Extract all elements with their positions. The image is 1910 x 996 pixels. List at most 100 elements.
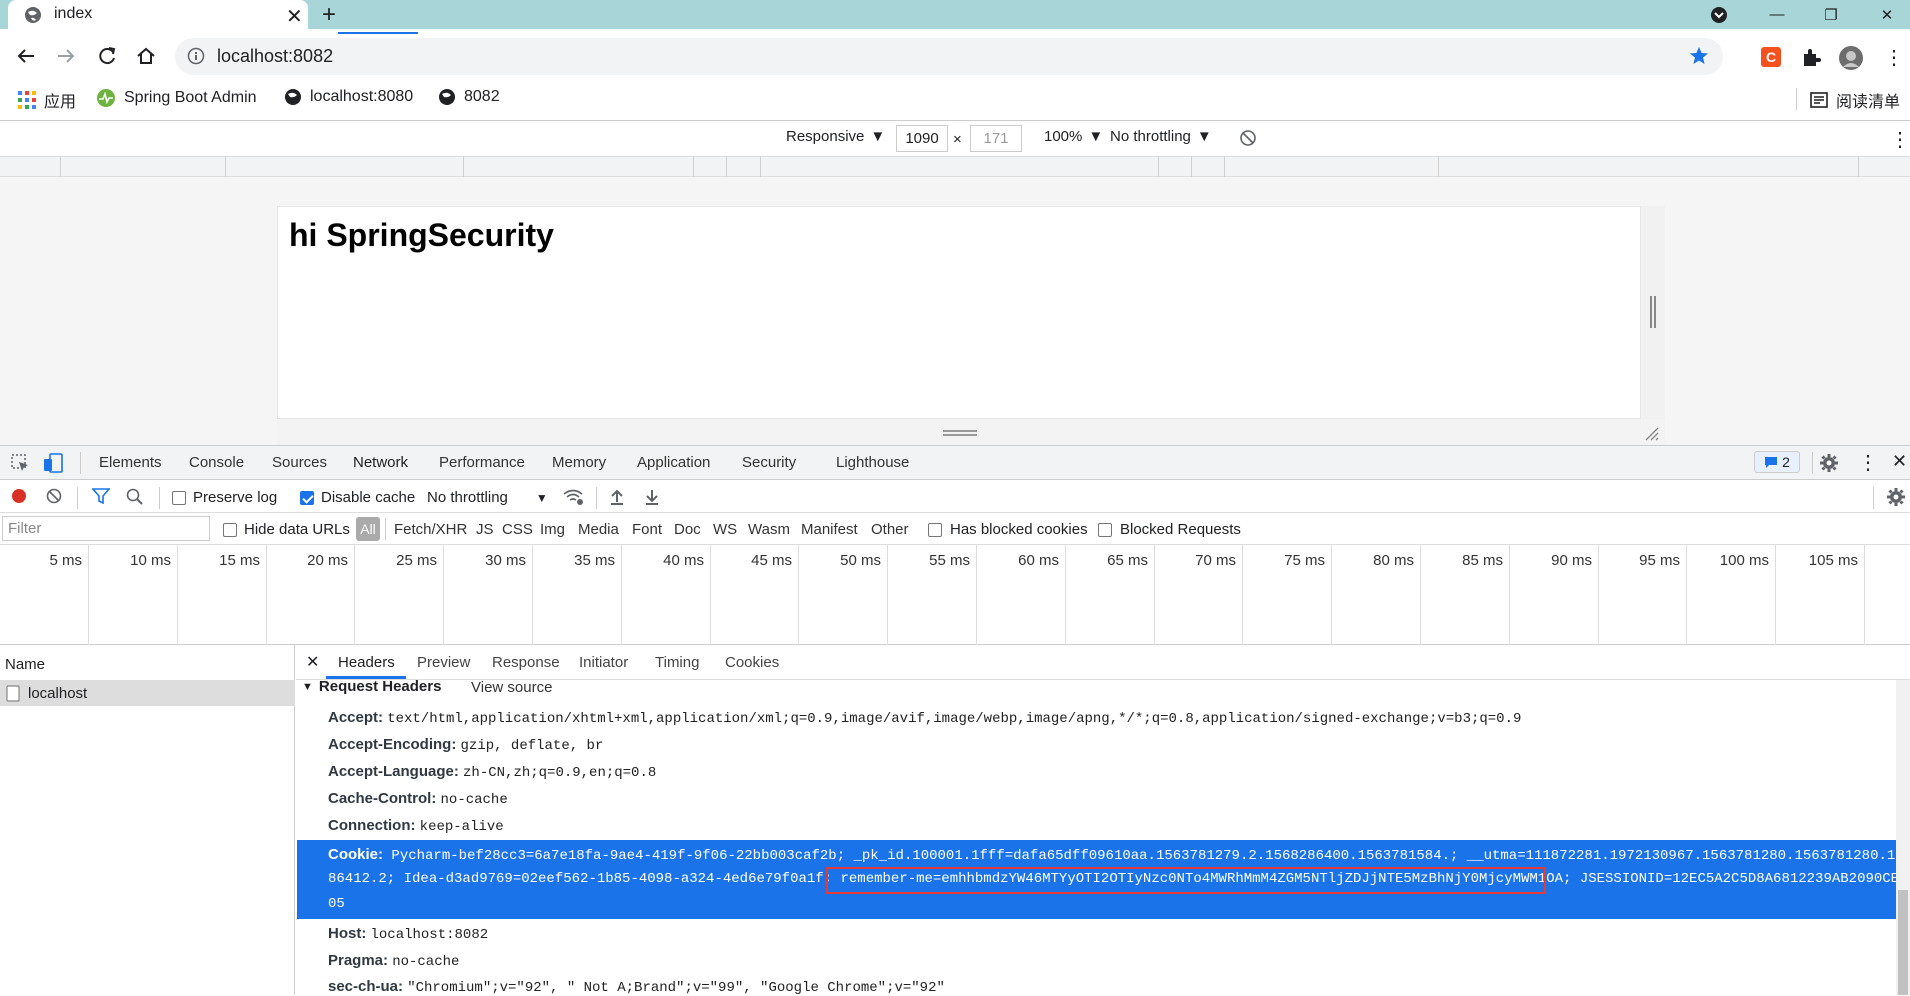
checkbox[interactable] [1098,522,1112,537]
filter-manifest[interactable]: Manifest [801,521,858,538]
tab-lighthouse[interactable]: Lighthouse [836,454,909,471]
filter-wasm[interactable]: Wasm [748,521,790,538]
tab-application[interactable]: Application [637,454,710,471]
tab-elements[interactable]: Elements [99,454,162,471]
tab-performance[interactable]: Performance [439,454,525,471]
timeline-tick: 55 ms [888,545,977,645]
inspect-element-icon[interactable] [10,453,30,473]
filter-ws[interactable]: WS [713,521,737,538]
back-icon[interactable] [15,45,37,67]
bookmark-spring-boot-admin[interactable]: Spring Boot Admin [96,88,257,108]
filter-input[interactable]: Filter [2,516,210,541]
resize-corner-icon[interactable] [1644,426,1660,442]
disable-cache-checkbox[interactable]: Disable cache [300,489,415,506]
checkbox[interactable] [223,522,237,537]
extension-c-icon[interactable]: C [1761,47,1781,67]
menu-kebab-icon[interactable]: ⋮ [1884,45,1904,70]
resize-handle-bottom[interactable] [277,419,1665,445]
tab-security[interactable]: Security [742,454,796,471]
device-throttle-select[interactable]: No throttling ▼ [1110,128,1212,145]
rotate-icon[interactable] [1238,128,1258,148]
tab-timing[interactable]: Timing [655,654,699,671]
filter-font[interactable]: Font [632,521,662,538]
reload-icon[interactable] [96,45,118,67]
bookmark-8082[interactable]: 8082 [438,88,500,106]
view-source-link[interactable]: View source [471,679,552,696]
request-row[interactable]: localhost [0,681,295,706]
clear-icon[interactable] [46,488,62,504]
bookmark-localhost-8080[interactable]: localhost:8080 [284,88,413,106]
bookmark-star-icon[interactable] [1689,46,1709,66]
network-throttle-select[interactable]: No throttling ▼ [427,489,548,506]
preserve-log-checkbox[interactable]: Preserve log [172,489,277,506]
minimize-icon[interactable]: — [1754,0,1800,29]
site-info-icon[interactable] [187,47,205,65]
viewport-height-input[interactable]: 171 [970,125,1022,152]
forward-icon[interactable] [55,45,77,67]
more-options-icon[interactable]: ⋮ [1858,450,1878,475]
extensions-icon[interactable] [1801,47,1821,67]
tab-headers[interactable]: Headers [338,654,395,671]
tab-initiator[interactable]: Initiator [579,654,628,671]
checkbox[interactable] [928,522,942,537]
network-conditions-icon[interactable] [563,488,585,506]
filter-icon[interactable] [92,488,110,504]
close-window-icon[interactable]: ✕ [1864,0,1910,29]
browser-tab[interactable]: index ✕ [8,0,308,29]
close-detail-icon[interactable]: ✕ [306,652,319,672]
name-column-header[interactable]: Name [0,645,295,681]
close-tab-icon[interactable]: ✕ [286,4,303,29]
filter-css[interactable]: CSS [502,521,533,538]
timeline-tick: 75 ms [1243,545,1332,645]
reading-list[interactable]: 阅读清单 [1810,88,1900,112]
search-icon[interactable] [126,488,144,506]
divider [77,487,78,509]
home-icon[interactable] [135,45,157,67]
import-har-icon[interactable] [609,488,625,506]
tab-preview[interactable]: Preview [417,654,470,671]
device-toggle-icon[interactable] [42,452,64,474]
gear-icon[interactable] [1819,453,1839,473]
device-menu-icon[interactable]: ⋮ [1890,127,1910,152]
viewport-width-input[interactable]: 1090 [896,125,948,152]
zoom-select[interactable]: 100% ▼ [1044,128,1103,145]
blocked-requests-checkbox[interactable]: Blocked Requests [1098,521,1241,538]
header-row: Accept: text/html,application/xhtml+xml,… [328,709,1521,727]
filter-other[interactable]: Other [871,521,909,538]
has-blocked-cookies-checkbox[interactable]: Has blocked cookies [928,521,1088,538]
tab-console[interactable]: Console [189,454,244,471]
filter-media[interactable]: Media [578,521,619,538]
filter-img[interactable]: Img [540,521,565,538]
address-bar[interactable]: localhost:8082 [175,38,1723,75]
record-icon[interactable] [11,488,27,504]
network-overview-timeline[interactable]: 5 ms 10 ms 15 ms 20 ms 25 ms 30 ms 35 ms 40 ms 4… [0,545,1910,645]
filter-js[interactable]: JS [476,521,494,538]
filter-fetch-xhr[interactable]: Fetch/XHR [394,521,467,538]
new-tab-button[interactable]: + [322,1,336,29]
page-heading: hi SpringSecurity [289,217,554,253]
tab-sources[interactable]: Sources [272,454,327,471]
profile-avatar[interactable] [1838,45,1864,71]
export-har-icon[interactable] [644,488,660,506]
scrollbar-thumb[interactable] [1898,890,1908,995]
issues-badge[interactable]: 2 [1754,451,1800,473]
detail-scrollbar[interactable] [1896,680,1910,995]
network-settings-gear-icon[interactable] [1886,487,1906,507]
checkbox[interactable] [172,490,186,505]
filter-doc[interactable]: Doc [674,521,701,538]
filter-all[interactable]: All [356,517,380,541]
device-mode-select[interactable]: Responsive ▼ [786,128,885,145]
restore-icon[interactable]: ❐ [1808,0,1854,29]
tab-memory[interactable]: Memory [552,454,606,471]
resize-handle-right[interactable] [1641,206,1665,419]
tab-cookies[interactable]: Cookies [725,654,779,671]
hide-data-urls-checkbox[interactable]: Hide data URLs [223,521,350,538]
close-devtools-icon[interactable]: ✕ [1892,451,1907,472]
bookmark-apps[interactable]: 应用 [18,88,76,112]
tab-network[interactable]: Network [353,454,408,471]
checkbox-checked[interactable] [300,490,314,505]
tab-search-icon[interactable] [1696,0,1742,29]
request-headers-section[interactable]: ▼ Request Headers [302,678,441,695]
tab-response[interactable]: Response [492,654,560,671]
header-key: Accept-Language: [328,763,459,780]
